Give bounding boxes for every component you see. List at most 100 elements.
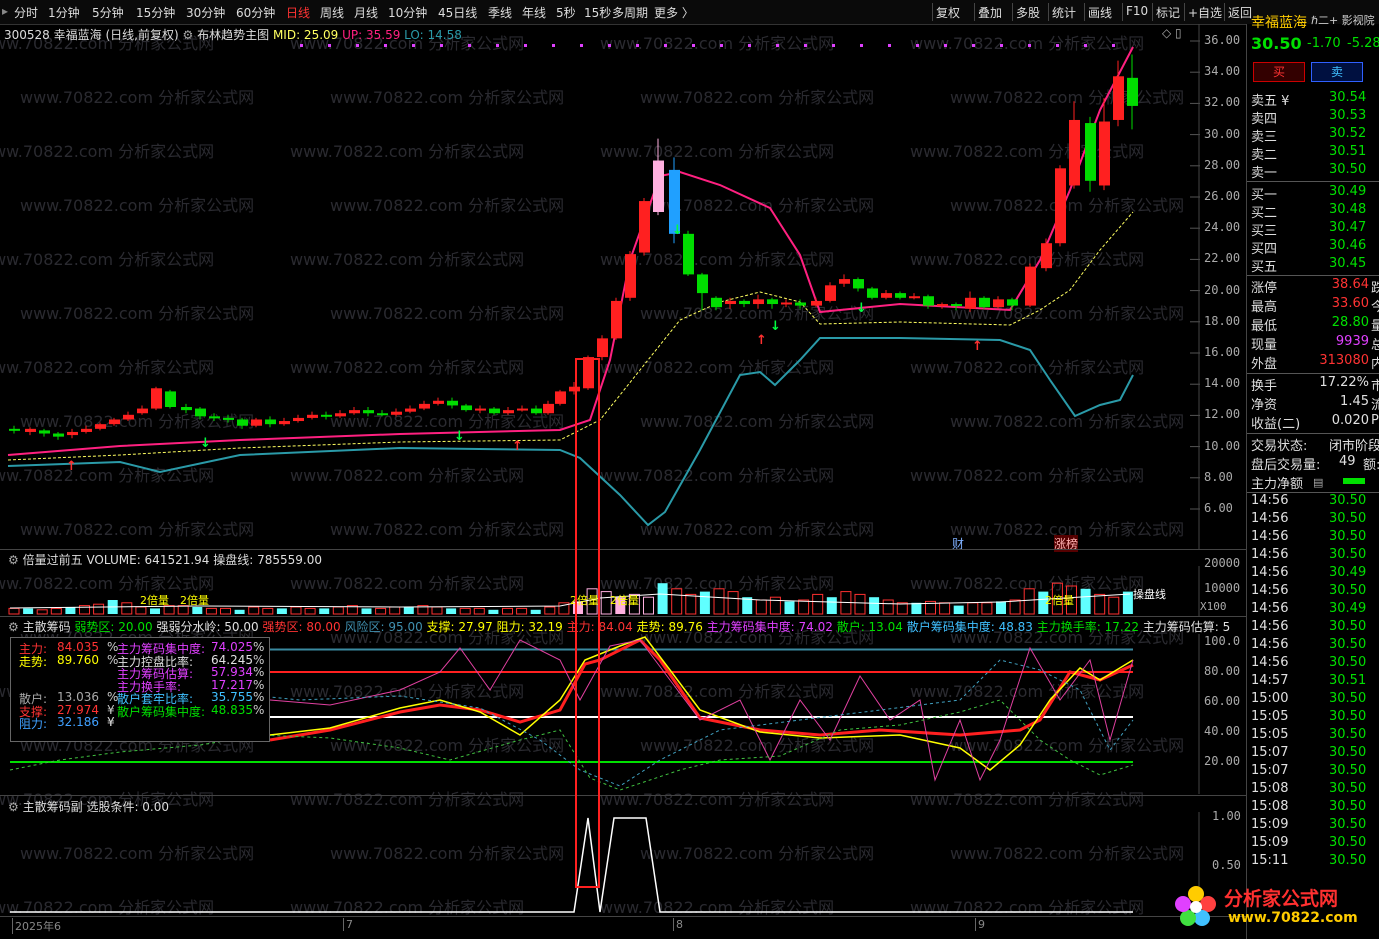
period-tab-13[interactable]: 5秒 — [556, 4, 576, 21]
tick-price: 30.50 — [1329, 691, 1367, 706]
volume-bar — [23, 608, 34, 614]
sub-chart[interactable] — [0, 812, 1200, 916]
stat-label: 现量 — [1251, 338, 1278, 353]
chip-legend-item: 散户筹码集中度: 48.83 — [906, 620, 1037, 634]
period-tab-12[interactable]: 年线 — [522, 4, 546, 21]
period-tab-5[interactable]: 60分钟 — [236, 4, 275, 21]
price-tick-label: 14.00 — [1204, 376, 1241, 391]
volume-bar — [446, 608, 457, 614]
candle-body — [251, 419, 262, 426]
volume-bar — [304, 607, 316, 615]
price-tick-label: 6.00 — [1204, 501, 1233, 515]
divider — [1247, 275, 1379, 276]
candle-body — [597, 338, 608, 358]
divider — [0, 795, 1246, 796]
date-tick-label: 7 — [343, 918, 353, 931]
tool-button-4[interactable]: 画线 — [1088, 4, 1112, 21]
tool-button-8[interactable]: 返回 — [1228, 4, 1252, 21]
period-tab-1[interactable]: 1分钟 — [48, 4, 80, 21]
tool-button-6[interactable]: 标记 — [1156, 4, 1180, 21]
period-tab-10[interactable]: 45日线 — [438, 4, 477, 21]
quote-change: -1.70 — [1307, 36, 1341, 51]
selection-signal-line — [10, 817, 1133, 913]
period-tab-14[interactable]: 15秒 — [584, 4, 611, 21]
period-tab-0[interactable]: 分时 — [14, 4, 38, 21]
tick-price: 30.50 — [1329, 709, 1367, 724]
volume-bar — [488, 609, 499, 614]
candle-body — [1041, 243, 1052, 269]
info-key: 走势: — [19, 654, 48, 669]
info-value: 48.835 — [211, 702, 253, 717]
toolbar-arrow-icon[interactable]: ▸ — [2, 4, 8, 18]
volume-bar — [1122, 591, 1133, 614]
signal-dot — [1000, 44, 1003, 47]
candlestick-chart[interactable]: ↑↑↑ ↑↓ ↓↓↓↓ — [0, 24, 1200, 550]
tool-button-3[interactable]: 统计 — [1052, 4, 1076, 21]
tick-price: 30.51 — [1329, 673, 1367, 688]
list-icon[interactable]: ▤ — [1313, 476, 1323, 489]
volume-chart[interactable]: 2倍量 2倍量 2倍量 2倍量 2倍量 操盘线 — [0, 566, 1200, 616]
period-tab-15[interactable]: 多周期 — [612, 4, 648, 21]
sell-button[interactable]: 卖 — [1311, 62, 1363, 82]
period-tab-9[interactable]: 10分钟 — [388, 4, 427, 21]
double-volume-label: 2倍量 — [180, 593, 209, 607]
date-axis: 2025年6 7 8 9 — [0, 916, 1246, 935]
volume-bar — [1009, 599, 1021, 615]
ask-label: 卖三 — [1251, 130, 1278, 145]
tool-button-1[interactable]: 叠加 — [978, 4, 1002, 21]
signal-dot — [384, 44, 387, 47]
signal-arrow-icon: ↑ — [66, 459, 77, 474]
volume-bar — [93, 603, 105, 615]
volume-tick-label: 20000 — [1204, 556, 1241, 570]
tick-time: 15:08 — [1251, 781, 1289, 796]
tick-time: 15:09 — [1251, 817, 1289, 832]
candle-body — [1055, 168, 1066, 244]
volume-bar — [389, 606, 401, 615]
trade-status-label: 交易状态: — [1251, 439, 1308, 454]
date-tick-label: 8 — [673, 918, 683, 931]
candle-body — [405, 408, 416, 412]
candle-body — [1007, 299, 1018, 306]
settings-icon[interactable]: ⚙ — [8, 553, 19, 567]
period-tab-2[interactable]: 5分钟 — [92, 4, 124, 21]
settings-icon[interactable]: ⚙ — [8, 620, 23, 634]
volume-bar — [643, 596, 654, 615]
amount-label: 额: — [1363, 458, 1379, 473]
volume-bar — [431, 606, 443, 615]
chip-legend-item: 弱势区: 20.00 — [74, 620, 157, 634]
quote-panel: 幸福蓝海 ℏ二+ 影视院 30.50 -1.70 -5.28 买 卖 卖五 ¥ 3… — [1246, 14, 1379, 939]
candle-body — [279, 421, 290, 425]
stat-value: 0.020 — [1331, 413, 1369, 428]
tick-time: 14:56 — [1251, 619, 1289, 634]
tool-button-0[interactable]: 复权 — [936, 4, 960, 21]
volume-bar — [375, 607, 387, 615]
chip-legend-item: 强弱分水岭: 50.00 — [156, 620, 263, 634]
stat-label: 净资 — [1251, 398, 1278, 413]
info-value: 89.760 — [57, 652, 99, 667]
signal-arrow-icon: ↓ — [770, 319, 781, 334]
period-tab-8[interactable]: 月线 — [354, 4, 378, 21]
tool-button-5[interactable]: F10 — [1126, 4, 1148, 18]
candle-body — [517, 408, 528, 411]
main-net-label[interactable]: 主力净额 — [1251, 473, 1303, 492]
tool-button-7[interactable]: +自选 — [1188, 4, 1222, 21]
price-tick-label: 20.00 — [1204, 282, 1241, 297]
period-tab-3[interactable]: 15分钟 — [136, 4, 175, 21]
period-tab-11[interactable]: 季线 — [488, 4, 512, 21]
candle-body — [909, 296, 920, 299]
period-tab-4[interactable]: 30分钟 — [186, 4, 225, 21]
stat-value: 28.80 — [1331, 315, 1369, 330]
candle-body — [795, 302, 806, 306]
candle-body — [53, 433, 64, 437]
tick-price: 30.50 — [1329, 637, 1367, 652]
tool-button-2[interactable]: 多股 — [1016, 4, 1040, 21]
buy-button[interactable]: 买 — [1253, 62, 1305, 82]
chip-legend-item: 主力筹码集中度: 74.02 — [706, 620, 837, 634]
date-tick-label: 2025年6 — [12, 918, 61, 934]
period-tab-16[interactable]: 更多 〉 — [654, 4, 694, 21]
period-tab-6[interactable]: 日线 — [286, 4, 310, 21]
candle-body — [447, 400, 458, 406]
volume-bar — [882, 599, 894, 615]
period-tab-7[interactable]: 周线 — [320, 4, 344, 21]
chip-tick-label: 80.00 — [1204, 664, 1241, 678]
